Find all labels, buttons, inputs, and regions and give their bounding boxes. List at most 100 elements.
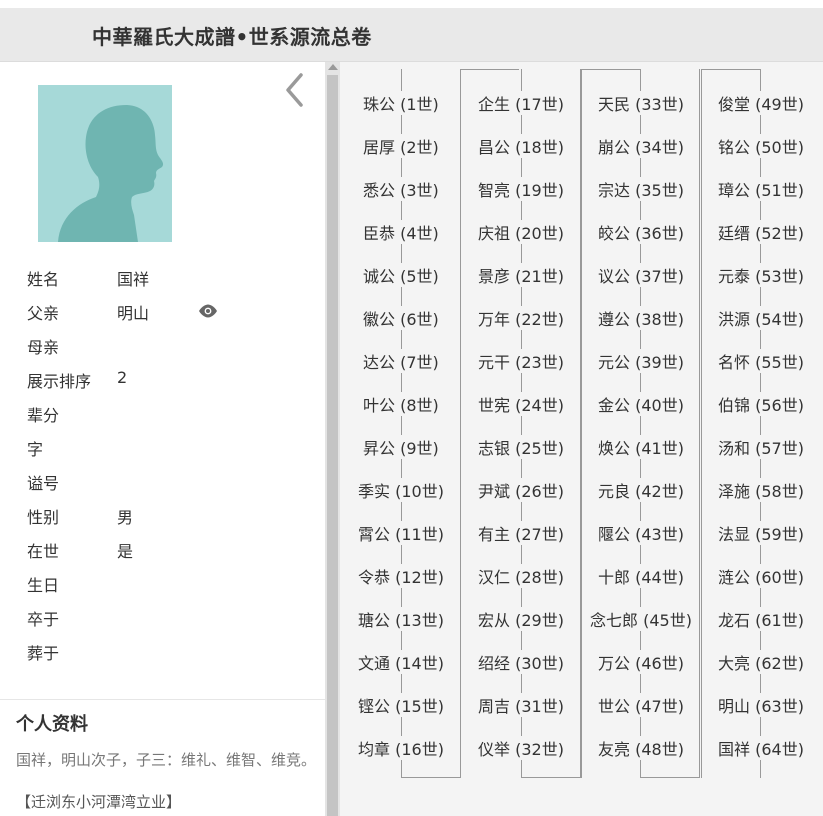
generation-item[interactable]: 世宪 (24世) xyxy=(476,392,566,416)
generation-item[interactable]: 崩公 (34世) xyxy=(596,134,686,158)
field-row: 生日 xyxy=(27,572,317,606)
field-value: 男 xyxy=(117,508,134,527)
generation-item[interactable]: 金公 (40世) xyxy=(596,392,686,416)
generation-item[interactable]: 廷缙 (52世) xyxy=(716,220,806,244)
eye-icon[interactable] xyxy=(198,303,218,318)
field-row: 在世 是 xyxy=(27,538,317,572)
generation-item[interactable]: 仪举 (32世) xyxy=(476,736,566,760)
generation-item[interactable]: 明山 (63世) xyxy=(716,693,806,717)
generation-item[interactable]: 居厚 (2世) xyxy=(361,134,441,158)
field-row: 字 xyxy=(27,436,317,470)
field-label: 字 xyxy=(27,440,44,459)
generation-item[interactable]: 徽公 (6世) xyxy=(361,306,441,330)
generation-item[interactable]: 庆祖 (20世) xyxy=(476,220,566,244)
generation-item[interactable]: 有主 (27世) xyxy=(476,521,566,545)
generation-item[interactable]: 璋公 (51世) xyxy=(716,177,806,201)
generation-item[interactable]: 洪源 (54世) xyxy=(716,306,806,330)
generation-item[interactable]: 瑭公 (13世) xyxy=(356,607,446,631)
generation-item[interactable]: 泽施 (58世) xyxy=(716,478,806,502)
field-label: 辈分 xyxy=(27,406,60,425)
profile-panel: 姓名 国祥 父亲 明山 母亲 展示排序 2 辈分 字 谥号 性别 男 在世 是 生日 卒于… xyxy=(0,62,325,816)
generation-item[interactable]: 十郎 (44世) xyxy=(596,564,686,588)
field-row: 父亲 明山 xyxy=(27,300,317,334)
field-value: 2 xyxy=(117,368,128,387)
generation-item[interactable]: 名怀 (55世) xyxy=(716,349,806,373)
field-row: 展示排序 2 xyxy=(27,368,317,402)
generation-item[interactable]: 铭公 (50世) xyxy=(716,134,806,158)
field-label: 在世 xyxy=(27,542,60,561)
field-value: 是 xyxy=(117,542,134,561)
generation-item[interactable]: 世公 (47世) xyxy=(596,693,686,717)
field-row: 谥号 xyxy=(27,470,317,504)
generation-item[interactable]: 友亮 (48世) xyxy=(596,736,686,760)
scroll-up-arrow-icon[interactable] xyxy=(328,64,338,70)
generation-item[interactable]: 汉仁 (28世) xyxy=(476,564,566,588)
page-header: 中華羅氏大成譜•世系源流总卷 xyxy=(0,8,823,62)
generation-item[interactable]: 汤和 (57世) xyxy=(716,435,806,459)
generation-item[interactable]: 志银 (25世) xyxy=(476,435,566,459)
generation-item[interactable]: 诚公 (5世) xyxy=(361,263,441,287)
lineage-tree-panel: 珠公 (1世) 居厚 (2世) 悉公 (3世) 臣恭 (4世) 诚公 (5世) 徽公 (6… xyxy=(340,62,823,816)
generation-item[interactable]: 文通 (14世) xyxy=(356,650,446,674)
field-row: 辈分 xyxy=(27,402,317,436)
generation-item[interactable]: 令恭 (12世) xyxy=(356,564,446,588)
person-silhouette-icon xyxy=(38,85,172,242)
generation-item[interactable]: 天民 (33世) xyxy=(596,91,686,115)
generation-item[interactable]: 尹斌 (26世) xyxy=(476,478,566,502)
bio-note: 【迁浏东小河潭湾立业】 xyxy=(16,793,182,811)
generation-item[interactable]: 宗达 (35世) xyxy=(596,177,686,201)
generation-item[interactable]: 昌公 (18世) xyxy=(476,134,566,158)
generation-item[interactable]: 俊堂 (49世) xyxy=(716,91,806,115)
generation-item[interactable]: 隁公 (43世) xyxy=(596,521,686,545)
generation-item[interactable]: 元良 (42世) xyxy=(596,478,686,502)
generation-item[interactable]: 霄公 (11世) xyxy=(356,521,446,545)
page-title: 中華羅氏大成譜•世系源流总卷 xyxy=(92,25,372,49)
generation-item[interactable]: 元泰 (53世) xyxy=(716,263,806,287)
generation-item[interactable]: 伯锦 (56世) xyxy=(716,392,806,416)
generation-item[interactable]: 国祥 (64世) xyxy=(716,736,806,760)
field-label: 性别 xyxy=(27,508,60,527)
generation-item[interactable]: 议公 (37世) xyxy=(596,263,686,287)
section-divider xyxy=(0,699,325,700)
generation-item[interactable]: 悉公 (3世) xyxy=(361,177,441,201)
field-value: 国祥 xyxy=(117,270,150,289)
bio-text: 国祥，明山次子，子三：维礼、维智、维竞。 xyxy=(16,751,317,769)
field-label: 卒于 xyxy=(27,610,60,629)
generation-item[interactable]: 周吉 (31世) xyxy=(476,693,566,717)
generation-item[interactable]: 宏从 (29世) xyxy=(476,607,566,631)
generation-item[interactable]: 绍经 (30世) xyxy=(476,650,566,674)
generation-item[interactable]: 法显 (59世) xyxy=(716,521,806,545)
field-label: 展示排序 xyxy=(27,372,92,391)
scrollbar-thumb[interactable] xyxy=(327,75,338,816)
generation-item[interactable]: 遵公 (38世) xyxy=(596,306,686,330)
chevron-left-icon[interactable] xyxy=(280,68,310,108)
field-label: 姓名 xyxy=(27,270,60,289)
generation-item[interactable]: 叶公 (8世) xyxy=(361,392,441,416)
field-row: 姓名 国祥 xyxy=(27,266,317,300)
generation-item[interactable]: 铿公 (15世) xyxy=(356,693,446,717)
generation-item[interactable]: 涟公 (60世) xyxy=(716,564,806,588)
generation-item[interactable]: 企生 (17世) xyxy=(476,91,566,115)
generation-item[interactable]: 龙石 (61世) xyxy=(716,607,806,631)
generation-item[interactable]: 臣恭 (4世) xyxy=(361,220,441,244)
father-link[interactable]: 明山 xyxy=(117,300,149,324)
generation-item[interactable]: 大亮 (62世) xyxy=(716,650,806,674)
generation-item[interactable]: 昇公 (9世) xyxy=(361,435,441,459)
field-row: 母亲 xyxy=(27,334,317,368)
generation-item[interactable]: 皎公 (36世) xyxy=(596,220,686,244)
generation-item[interactable]: 珠公 (1世) xyxy=(361,91,441,115)
generation-item[interactable]: 达公 (7世) xyxy=(361,349,441,373)
generation-item[interactable]: 焕公 (41世) xyxy=(596,435,686,459)
generation-item[interactable]: 季实 (10世) xyxy=(356,478,446,502)
generation-item[interactable]: 均章 (16世) xyxy=(356,736,446,760)
generation-item[interactable]: 智亮 (19世) xyxy=(476,177,566,201)
field-row: 卒于 xyxy=(27,606,317,640)
field-row: 性别 男 xyxy=(27,504,317,538)
generation-item[interactable]: 元干 (23世) xyxy=(476,349,566,373)
top-strip xyxy=(0,0,823,8)
generation-item[interactable]: 景彦 (21世) xyxy=(476,263,566,287)
generation-item[interactable]: 元公 (39世) xyxy=(596,349,686,373)
generation-item[interactable]: 万年 (22世) xyxy=(476,306,566,330)
generation-item[interactable]: 念七郎 (45世) xyxy=(588,607,694,631)
generation-item[interactable]: 万公 (46世) xyxy=(596,650,686,674)
